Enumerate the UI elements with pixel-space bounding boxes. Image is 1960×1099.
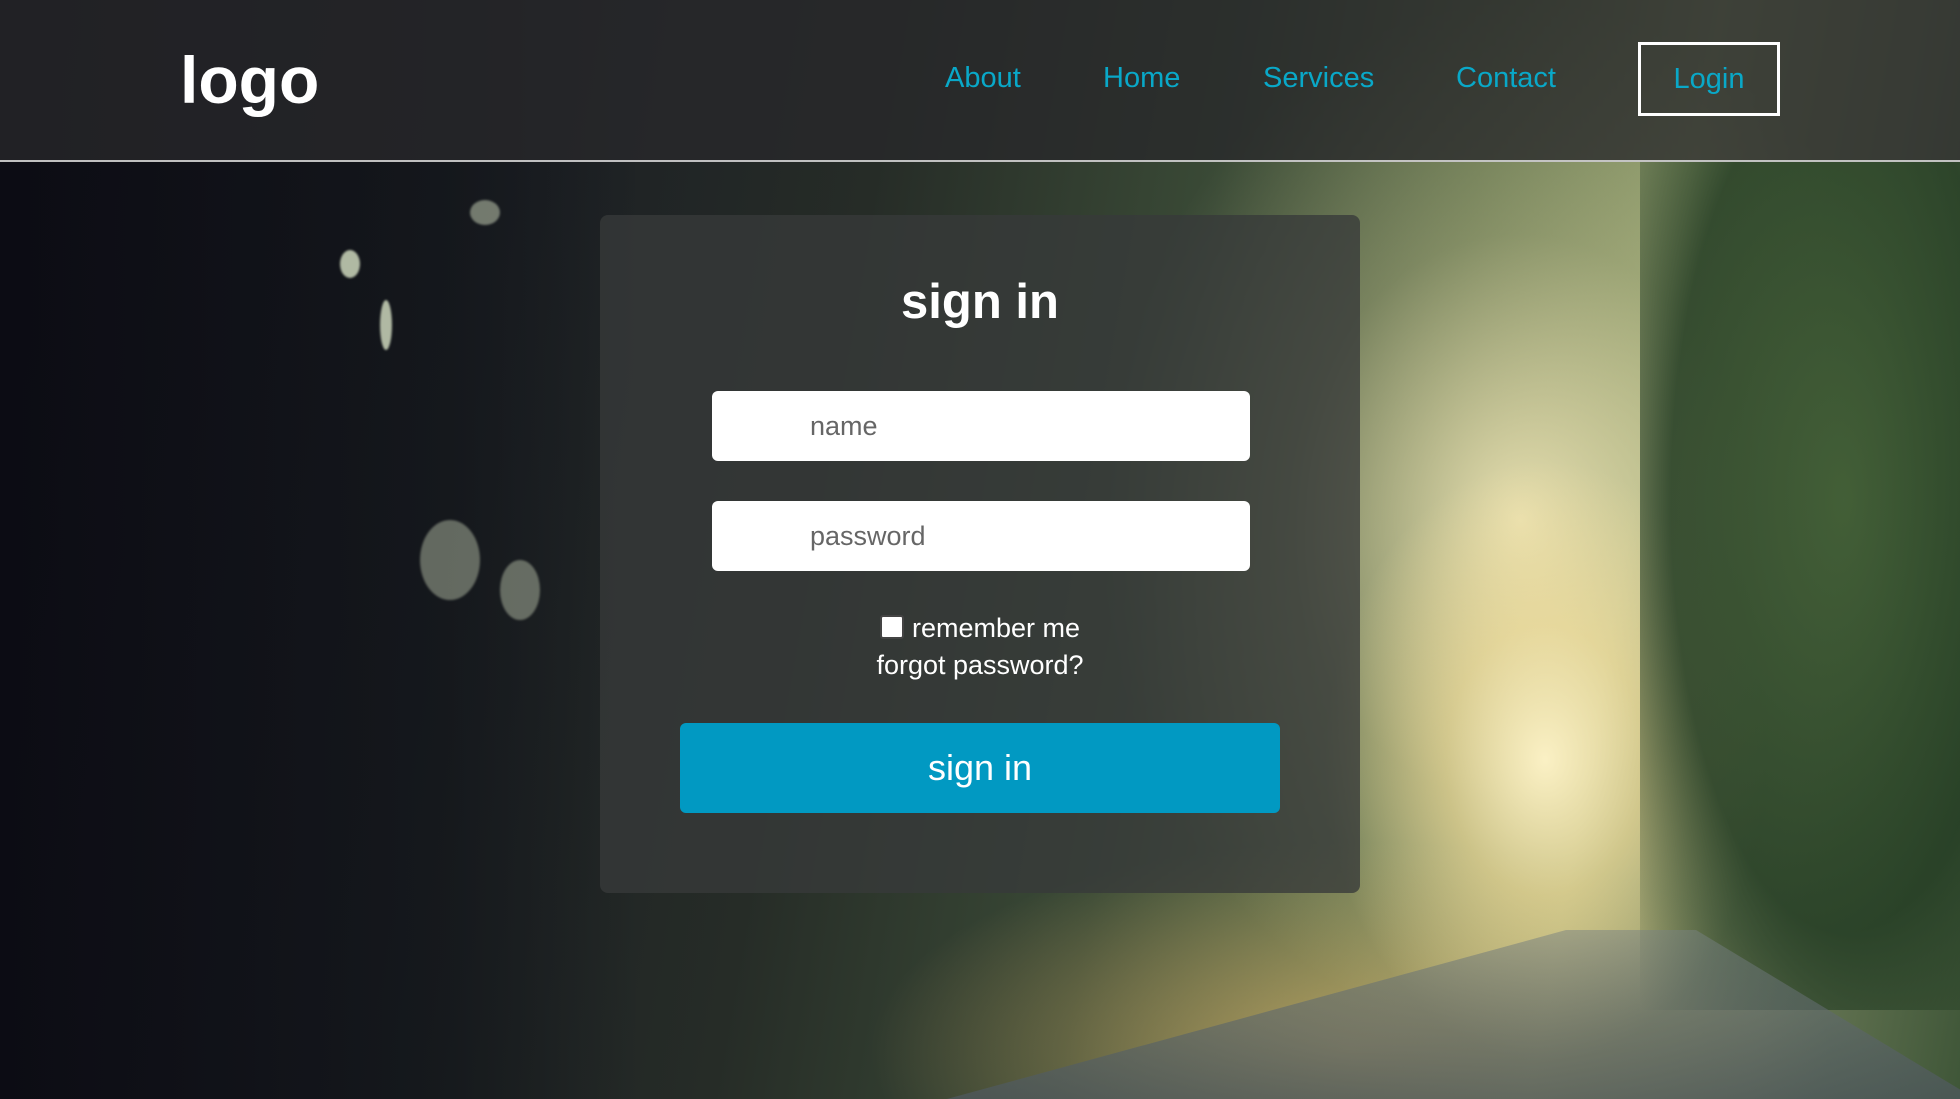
- remember-me-checkbox[interactable]: [879, 615, 904, 639]
- signin-button[interactable]: sign in: [680, 723, 1280, 813]
- remember-me-row: remember me: [0, 610, 1960, 646]
- nav-link-home[interactable]: Home: [1103, 58, 1180, 98]
- top-navbar: logo About Home Services Contact Login: [0, 0, 1960, 162]
- login-button[interactable]: Login: [1638, 42, 1780, 116]
- name-input[interactable]: [712, 391, 1250, 461]
- nav-link-services[interactable]: Services: [1263, 58, 1374, 98]
- remember-me-label[interactable]: remember me: [912, 613, 1080, 643]
- tree-silhouette-left: [0, 0, 640, 1099]
- forgot-password-link[interactable]: forgot password?: [0, 647, 1960, 683]
- password-input[interactable]: [712, 501, 1250, 571]
- light-speck: [470, 200, 500, 225]
- logo[interactable]: logo: [180, 40, 319, 120]
- nav-link-about[interactable]: About: [945, 58, 1021, 98]
- nav-link-contact[interactable]: Contact: [1456, 58, 1556, 98]
- background-photo: logo About Home Services Contact Login s…: [0, 0, 1960, 1099]
- light-speck: [420, 520, 480, 600]
- signin-title: sign in: [901, 275, 1059, 329]
